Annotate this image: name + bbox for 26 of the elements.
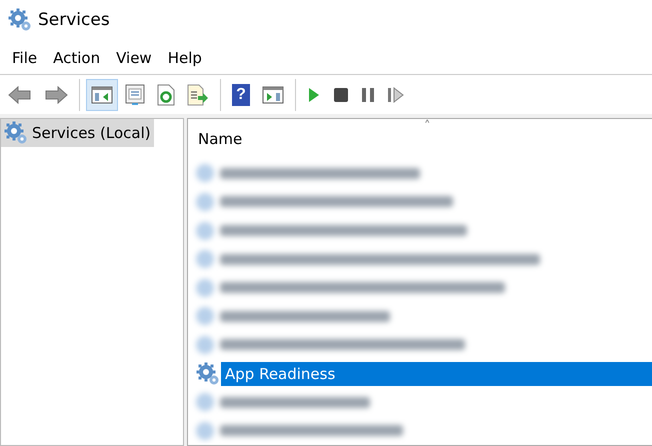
- column-header[interactable]: Name ˄: [188, 119, 652, 160]
- toolbar-button[interactable]: [86, 78, 118, 111]
- stop-icon: [333, 86, 349, 103]
- back-arrow-icon: [8, 84, 32, 105]
- window-title: Services: [38, 10, 110, 30]
- toolbar-button[interactable]: ?: [227, 78, 255, 111]
- play-icon: [307, 86, 321, 104]
- export-list-icon: [187, 84, 209, 106]
- service-name[interactable]: App Readiness: [221, 362, 652, 386]
- sort-indicator: ˄: [424, 120, 430, 134]
- gears-icon: [8, 8, 32, 32]
- forward-arrow-icon: [44, 84, 68, 105]
- menu-item[interactable]: File: [4, 48, 46, 66]
- menu-item[interactable]: View: [108, 48, 160, 66]
- gears-icon: [196, 362, 220, 386]
- menu-item[interactable]: Action: [45, 48, 108, 66]
- panel-icon: [91, 84, 113, 105]
- help-icon: ?: [232, 84, 250, 106]
- panel-icon: [262, 84, 284, 105]
- tree-item[interactable]: Services (Local): [1, 119, 154, 148]
- resume-icon: [387, 86, 405, 104]
- refresh-icon: [157, 84, 175, 106]
- menu-item[interactable]: Help: [160, 48, 210, 66]
- document-icon: [125, 84, 145, 106]
- pause-icon: [361, 86, 375, 103]
- gears-icon: [4, 121, 28, 146]
